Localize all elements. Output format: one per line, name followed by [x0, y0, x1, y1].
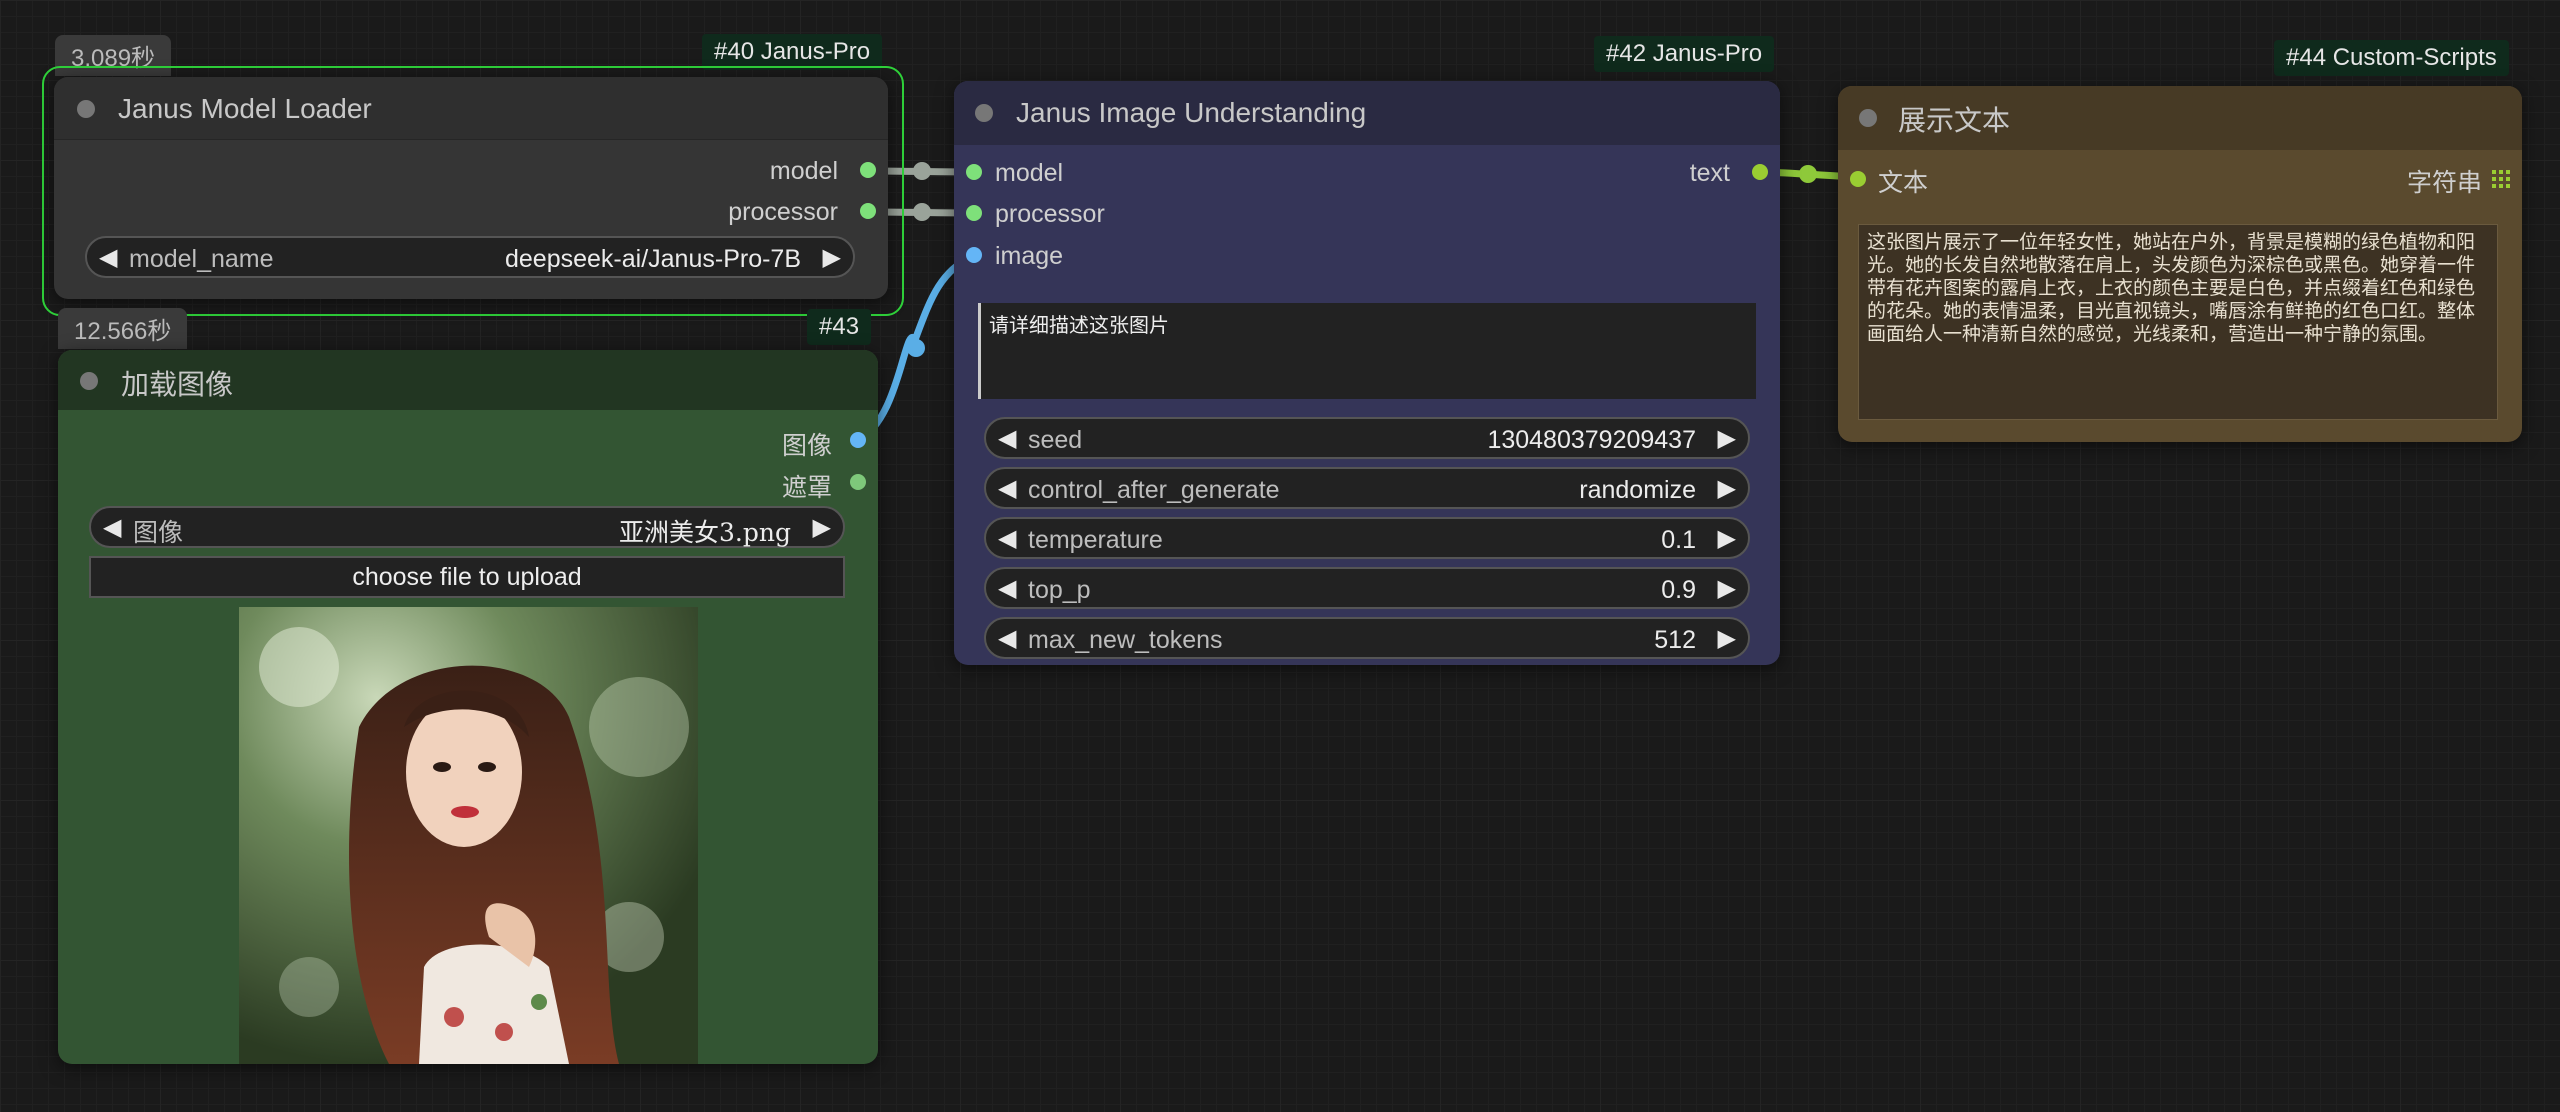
output-label-model: model: [769, 157, 838, 185]
node-janus-image-understanding[interactable]: Janus Image Understanding model processo…: [954, 81, 1780, 665]
output-type-label: 字符串: [2406, 168, 2482, 197]
link-text-midpoint: [1799, 165, 1817, 183]
input-label-text: 文本: [1878, 168, 1929, 197]
output-slot-image[interactable]: [850, 432, 866, 448]
decrement-arrow-icon[interactable]: ◀: [998, 424, 1016, 453]
widget-label: 图像: [133, 518, 184, 547]
increment-arrow-icon[interactable]: ▶: [823, 243, 841, 272]
widget-value: randomize: [1579, 476, 1696, 504]
decrement-arrow-icon[interactable]: ◀: [998, 624, 1016, 653]
input-label-model: model: [995, 159, 1064, 187]
output-label-processor: processor: [728, 198, 838, 226]
widget-label: top_p: [1028, 576, 1091, 604]
collapse-dot-icon[interactable]: [1859, 109, 1877, 127]
increment-arrow-icon[interactable]: ▶: [1718, 424, 1736, 453]
max-new-tokens-number-widget[interactable]: ◀ max_new_tokens 512 ▶: [984, 617, 1750, 659]
decrement-arrow-icon[interactable]: ◀: [998, 574, 1016, 603]
widget-label: max_new_tokens: [1028, 626, 1223, 654]
link-processor-midpoint: [913, 203, 931, 221]
increment-arrow-icon[interactable]: ▶: [1718, 624, 1736, 653]
node-id-badge: #43: [807, 309, 872, 345]
prompt-textarea[interactable]: 请详细描述这张图片: [978, 303, 1756, 399]
node-id-badge: #40 Janus-Pro: [702, 34, 883, 70]
node-janus-model-loader[interactable]: Janus Model Loader model processor ◀ mod…: [54, 77, 888, 299]
collapse-dot-icon[interactable]: [80, 372, 98, 390]
widget-value: 512: [1654, 626, 1696, 654]
widget-label: seed: [1028, 426, 1083, 454]
node-title-bar[interactable]: Janus Model Loader: [54, 77, 888, 140]
input-slot-model[interactable]: [966, 164, 982, 180]
grid-dots-icon[interactable]: [2492, 170, 2510, 188]
link-model-midpoint: [913, 162, 931, 180]
increment-arrow-icon[interactable]: ▶: [1718, 524, 1736, 553]
output-slot-model[interactable]: [860, 162, 876, 178]
input-label-image: image: [995, 242, 1064, 270]
increment-arrow-icon[interactable]: ▶: [1718, 574, 1736, 603]
input-label-processor: processor: [995, 200, 1105, 228]
node-id-badge: #42 Janus-Pro: [1594, 36, 1775, 72]
seed-number-widget[interactable]: ◀ seed 130480379209437 ▶: [984, 417, 1750, 459]
node-title-bar[interactable]: Janus Image Understanding: [954, 81, 1780, 145]
output-slot-text[interactable]: [1752, 164, 1768, 180]
widget-label: model_name: [129, 245, 274, 273]
output-label-image: 图像: [781, 431, 832, 460]
increment-arrow-icon[interactable]: ▶: [1718, 474, 1736, 503]
widget-value: 亚洲美女3.png: [619, 518, 791, 547]
image-preview: [239, 607, 698, 1064]
decrement-arrow-icon[interactable]: ◀: [103, 513, 121, 542]
node-show-text[interactable]: 展示文本 文本 字符串 这张图片展示了一位年轻女性，她站在户外，背景是模糊的绿色…: [1838, 86, 2522, 442]
upload-button[interactable]: choose file to upload: [89, 556, 845, 598]
node-title-bar[interactable]: 加载图像: [58, 350, 878, 410]
node-title: 加载图像: [121, 368, 234, 401]
output-slot-mask[interactable]: [850, 474, 866, 490]
output-slot-processor[interactable]: [860, 203, 876, 219]
widget-value: 0.1: [1661, 526, 1696, 554]
input-slot-processor[interactable]: [966, 205, 982, 221]
collapse-dot-icon[interactable]: [975, 104, 993, 122]
node-title: Janus Model Loader: [118, 93, 372, 124]
node-title: Janus Image Understanding: [1016, 97, 1367, 128]
decrement-arrow-icon[interactable]: ◀: [99, 243, 117, 272]
portrait-photo: [239, 607, 698, 1064]
link-image-midpoint: [907, 339, 925, 357]
widget-label: temperature: [1028, 526, 1163, 554]
upload-button-label: choose file to upload: [352, 563, 582, 591]
widget-value: 130480379209437: [1487, 426, 1696, 454]
temperature-number-widget[interactable]: ◀ temperature 0.1 ▶: [984, 517, 1750, 559]
collapse-dot-icon[interactable]: [77, 100, 95, 118]
decrement-arrow-icon[interactable]: ◀: [998, 524, 1016, 553]
execution-time-badge: 12.566秒: [58, 308, 188, 349]
output-text-area[interactable]: 这张图片展示了一位年轻女性，她站在户外，背景是模糊的绿色植物和阳光。她的长发自然…: [1858, 224, 2498, 420]
output-label-mask: 遮罩: [781, 473, 832, 502]
model-name-combo[interactable]: ◀ model_name deepseek-ai/Janus-Pro-7B ▶: [85, 236, 855, 278]
decrement-arrow-icon[interactable]: ◀: [998, 474, 1016, 503]
increment-arrow-icon[interactable]: ▶: [813, 513, 831, 542]
control-after-generate-combo[interactable]: ◀ control_after_generate randomize ▶: [984, 467, 1750, 509]
node-load-image[interactable]: 加载图像 图像 遮罩 ◀ 图像 亚洲美女3.png ▶ choose file …: [58, 350, 878, 1064]
input-slot-image[interactable]: [966, 247, 982, 263]
node-title-bar[interactable]: 展示文本: [1838, 86, 2522, 150]
widget-value: deepseek-ai/Janus-Pro-7B: [505, 245, 801, 273]
node-title: 展示文本: [1898, 104, 2011, 137]
input-slot-text[interactable]: [1850, 171, 1866, 187]
node-id-badge: #44 Custom-Scripts: [2274, 40, 2509, 76]
widget-label: control_after_generate: [1028, 476, 1280, 504]
output-label-text: text: [1689, 159, 1730, 187]
image-file-combo[interactable]: ◀ 图像 亚洲美女3.png ▶: [89, 506, 845, 548]
top-p-number-widget[interactable]: ◀ top_p 0.9 ▶: [984, 567, 1750, 609]
widget-value: 0.9: [1661, 576, 1696, 604]
